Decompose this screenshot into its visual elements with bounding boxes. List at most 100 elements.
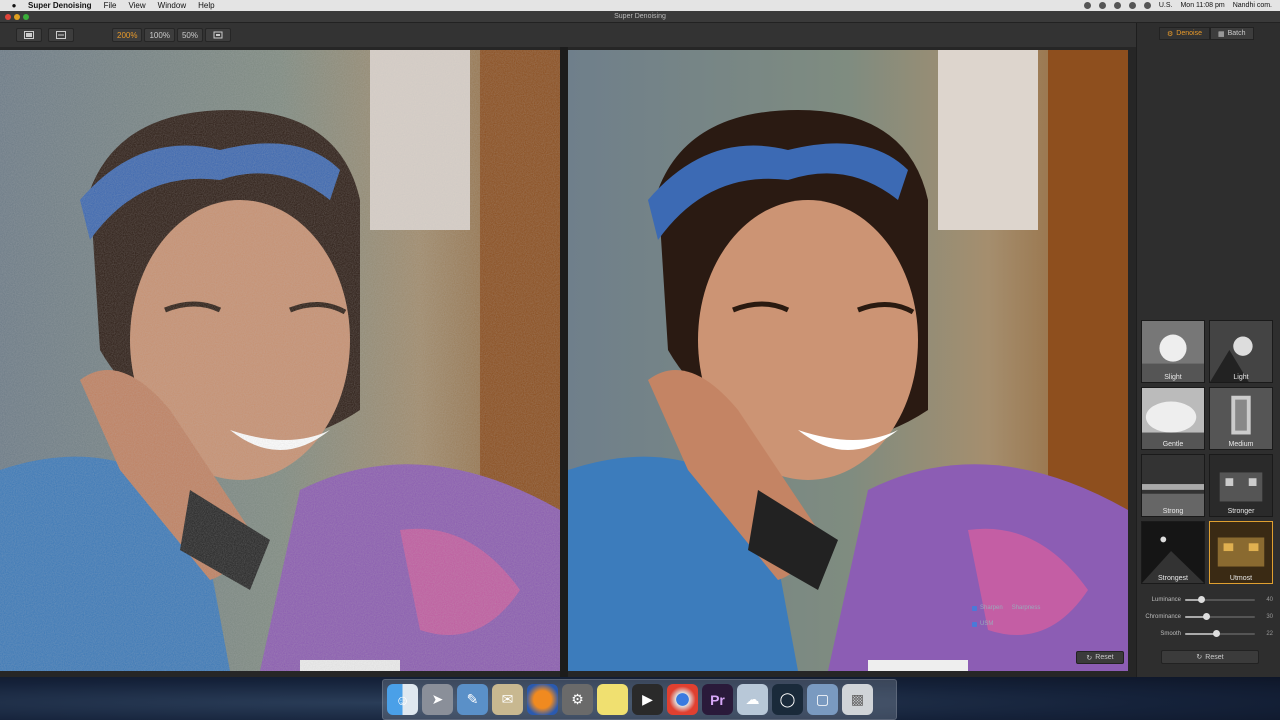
wifi-icon[interactable] bbox=[1128, 2, 1136, 9]
usm-label: USM bbox=[980, 621, 994, 627]
preset-slight-thumbnail bbox=[1142, 321, 1204, 382]
chrominance-slider[interactable] bbox=[1185, 612, 1255, 620]
preview-icon[interactable]: ✎ bbox=[457, 684, 488, 715]
folder-icon[interactable]: ▢ bbox=[807, 684, 838, 715]
sharpness-label: Sharpness bbox=[1011, 605, 1041, 611]
preset-gentle[interactable]: Gentle bbox=[1141, 387, 1205, 450]
menu-view[interactable]: View bbox=[128, 1, 145, 10]
preset-light-thumbnail bbox=[1210, 321, 1272, 382]
preset-light[interactable]: Light bbox=[1209, 320, 1273, 383]
preset-stronger-thumbnail bbox=[1210, 455, 1272, 516]
zoom-200-button[interactable]: 200% bbox=[112, 28, 143, 42]
luminance-slider[interactable] bbox=[1185, 595, 1255, 603]
original-photo bbox=[0, 50, 560, 671]
dock: ☺ ➤ ✎ ✉ ⚙ ▶ Pr ☁ ◯ ▢ ▩ bbox=[382, 679, 897, 720]
luminance-label: Luminance bbox=[1151, 596, 1181, 603]
preset-label: Medium bbox=[1228, 441, 1254, 448]
tab-batch[interactable]: ▦ Batch bbox=[1209, 27, 1254, 40]
premiere-icon[interactable]: Pr bbox=[702, 684, 733, 715]
firefox-icon[interactable] bbox=[527, 684, 558, 715]
mode-tabs: ⚙ Denoise ▦ Batch bbox=[1159, 27, 1254, 40]
save-image-button[interactable] bbox=[48, 28, 74, 42]
smooth-slider[interactable] bbox=[1185, 629, 1255, 637]
notes-icon[interactable] bbox=[597, 684, 628, 715]
gear-icon: ⚙ bbox=[1167, 30, 1174, 38]
preset-slight[interactable]: Slight bbox=[1141, 320, 1205, 383]
final-cut-icon[interactable]: ▶ bbox=[632, 684, 663, 715]
preset-label: Utmost bbox=[1229, 575, 1253, 582]
fit-to-window-button[interactable] bbox=[204, 28, 231, 42]
sharpen-control[interactable]: Sharpen Sharpness bbox=[972, 605, 1040, 611]
zoom-100-button[interactable]: 100% bbox=[144, 28, 175, 42]
sharpen-label: Sharpen bbox=[980, 605, 1003, 611]
sidebar-reset-label: Reset bbox=[1205, 653, 1224, 661]
preset-label: Light bbox=[1233, 374, 1249, 381]
photos-icon[interactable]: ☁ bbox=[737, 684, 768, 715]
reset-icon: ↻ bbox=[1196, 654, 1203, 661]
chrominance-label: Chrominance bbox=[1145, 613, 1181, 620]
preset-stronger[interactable]: Stronger bbox=[1209, 454, 1273, 517]
finder-icon[interactable]: ☺ bbox=[387, 684, 418, 715]
window-title-bar: Super Denoising bbox=[0, 11, 1280, 23]
preset-label: Stronger bbox=[1227, 508, 1255, 515]
bluetooth-icon[interactable] bbox=[1098, 2, 1106, 9]
status-icon[interactable] bbox=[1083, 2, 1091, 9]
close-window-icon[interactable] bbox=[5, 14, 11, 20]
battery-icon[interactable] bbox=[1143, 2, 1151, 9]
original-image-pane[interactable] bbox=[0, 50, 560, 671]
input-source[interactable]: U.S. bbox=[1159, 2, 1173, 9]
quicktime-icon[interactable]: ◯ bbox=[772, 684, 803, 715]
luminance-slider-handle[interactable] bbox=[1198, 595, 1206, 603]
reset-icon: ↻ bbox=[1086, 654, 1093, 662]
chrominance-value: 30 bbox=[1266, 613, 1273, 620]
image-viewer: Sharpen Sharpness USM bbox=[0, 47, 1136, 677]
fit-window-icon bbox=[213, 31, 223, 39]
smooth-slider-handle[interactable] bbox=[1212, 629, 1220, 637]
window-controls bbox=[5, 14, 29, 20]
preset-utmost[interactable]: Utmost bbox=[1209, 521, 1273, 584]
sharpen-checkbox[interactable] bbox=[972, 605, 977, 611]
smooth-slider-fill bbox=[1185, 632, 1216, 635]
smooth-value: 22 bbox=[1266, 630, 1273, 637]
preset-strong[interactable]: Strong bbox=[1141, 454, 1205, 517]
sidebar-reset-button[interactable]: ↻ Reset bbox=[1161, 650, 1259, 664]
smooth-slider-row: Smooth 22 bbox=[1141, 625, 1275, 642]
open-image-button[interactable] bbox=[16, 28, 42, 42]
preset-utmost-thumbnail bbox=[1210, 522, 1272, 583]
preset-label: Strongest bbox=[1158, 575, 1188, 582]
usm-control[interactable]: USM bbox=[972, 621, 993, 627]
launchpad-icon[interactable]: ➤ bbox=[422, 684, 453, 715]
preset-medium-thumbnail bbox=[1210, 388, 1272, 449]
denoised-image-pane[interactable] bbox=[568, 50, 1128, 671]
save-image-icon bbox=[56, 31, 66, 39]
chrominance-slider-row: Chrominance 30 bbox=[1141, 608, 1275, 625]
clock[interactable]: Mon 11:08 pm bbox=[1180, 2, 1224, 9]
preset-medium[interactable]: Medium bbox=[1209, 387, 1273, 450]
zoom-50-button[interactable]: 50% bbox=[176, 28, 203, 42]
apple-menu-icon[interactable]: ● bbox=[8, 1, 20, 10]
tab-denoise-label: Denoise bbox=[1176, 30, 1202, 37]
chrominance-slider-handle[interactable] bbox=[1203, 612, 1210, 620]
menu-app-name[interactable]: Super Denoising bbox=[28, 1, 92, 10]
menu-help[interactable]: Help bbox=[198, 1, 214, 10]
viewer-reset-button[interactable]: ↻ Reset bbox=[1076, 651, 1124, 664]
user-name[interactable]: Nandhi com. bbox=[1233, 2, 1272, 9]
smooth-label: Smooth bbox=[1160, 630, 1181, 637]
zoom-window-icon[interactable] bbox=[23, 14, 29, 20]
chrome-icon[interactable] bbox=[667, 684, 698, 715]
menu-window[interactable]: Window bbox=[158, 1, 186, 10]
denoised-photo bbox=[568, 50, 1128, 671]
volume-icon[interactable] bbox=[1113, 2, 1121, 9]
luminance-value: 40 bbox=[1266, 596, 1273, 603]
usm-checkbox[interactable] bbox=[972, 621, 977, 627]
menu-file[interactable]: File bbox=[104, 1, 117, 10]
zoom-controls: 200% 100% 50% bbox=[112, 28, 231, 42]
trash-icon[interactable]: ▩ bbox=[842, 684, 873, 715]
status-area: U.S. Mon 11:08 pm Nandhi com. bbox=[1083, 0, 1272, 11]
split-divider[interactable] bbox=[560, 47, 568, 677]
minimize-window-icon[interactable] bbox=[14, 14, 20, 20]
contacts-icon[interactable]: ✉ bbox=[492, 684, 523, 715]
system-preferences-icon[interactable]: ⚙ bbox=[562, 684, 593, 715]
preset-strongest[interactable]: Strongest bbox=[1141, 521, 1205, 584]
tab-denoise[interactable]: ⚙ Denoise bbox=[1159, 27, 1210, 40]
